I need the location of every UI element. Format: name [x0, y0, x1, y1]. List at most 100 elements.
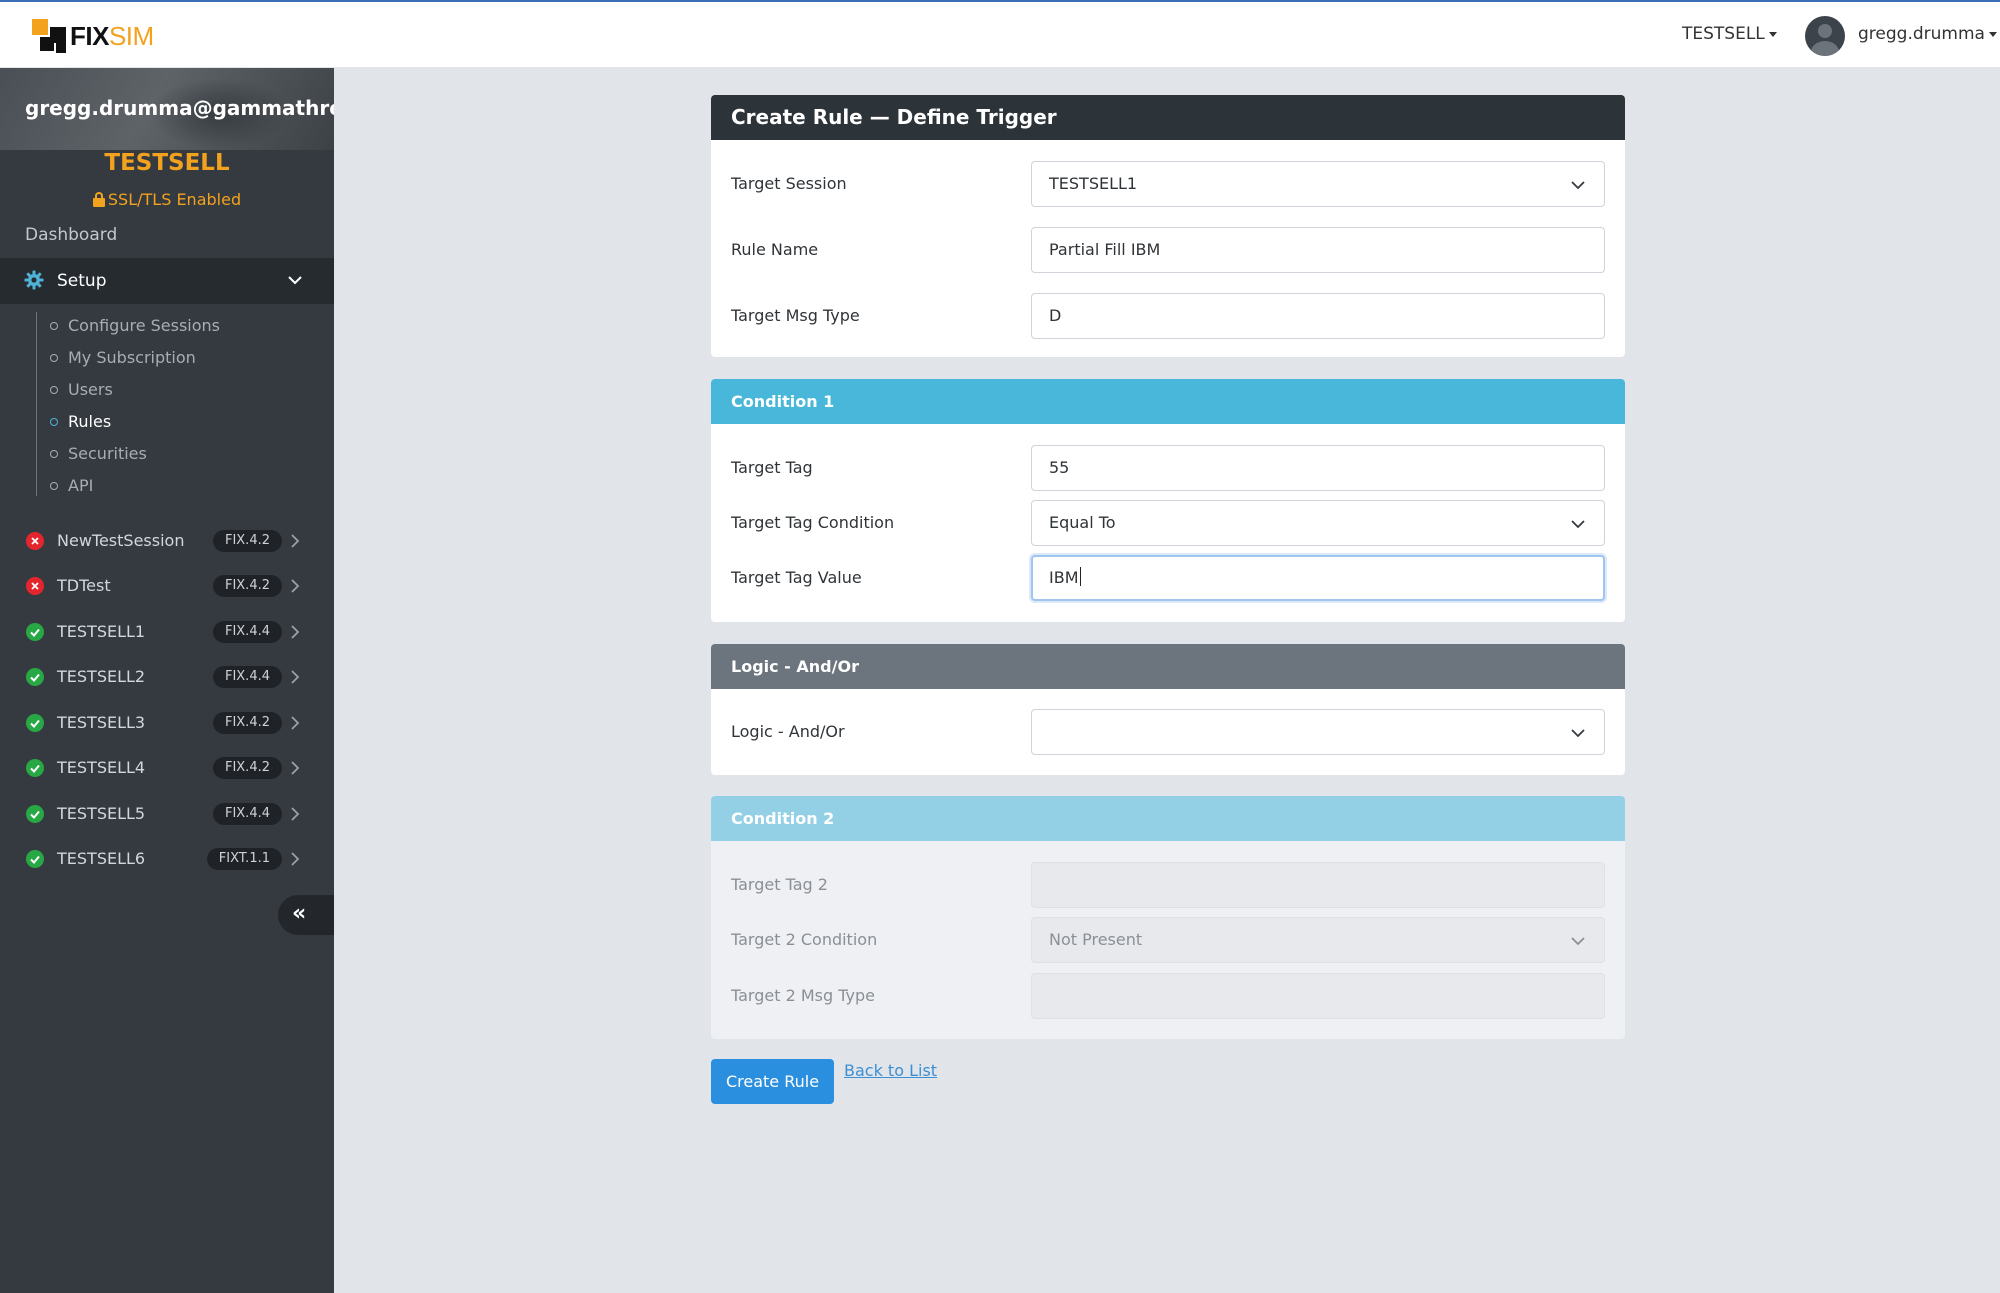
- fix-version-badge: FIXT.1.1: [206, 848, 282, 870]
- sidebar-item-dashboard[interactable]: Dashboard: [25, 225, 117, 245]
- chevron-right-icon: [291, 761, 300, 775]
- session-item-testsell1[interactable]: TESTSELL1 FIX.4.4: [0, 611, 334, 651]
- chevron-down-icon: [1571, 729, 1585, 738]
- text-cursor: [1079, 567, 1081, 586]
- target-tag-condition-select[interactable]: Equal To: [1031, 500, 1605, 546]
- error-status-icon: [26, 532, 44, 550]
- target-2-condition-select[interactable]: Not Present: [1031, 917, 1605, 963]
- rule-name-input[interactable]: Partial Fill IBM: [1031, 227, 1605, 273]
- check-status-icon: [26, 850, 44, 868]
- card-title: Create Rule — Define Trigger: [711, 95, 1625, 140]
- session-item-testsell6[interactable]: TESTSELL6 FIXT.1.1: [0, 838, 334, 878]
- sidebar-subitem-label: My Subscription: [68, 348, 196, 367]
- chevron-right-icon: [291, 807, 300, 821]
- sidebar-item-setup[interactable]: Setup: [0, 258, 334, 304]
- chevron-right-icon: [291, 579, 300, 593]
- environment-dropdown[interactable]: TESTSELL: [1682, 24, 1777, 44]
- target-tag-2-input[interactable]: [1031, 862, 1605, 908]
- fix-version-badge: FIX.4.2: [212, 712, 282, 734]
- user-avatar[interactable]: [1805, 16, 1845, 56]
- target-msg-type-value: D: [1049, 306, 1062, 325]
- session-item-testsell5[interactable]: TESTSELL5 FIX.4.4: [0, 793, 334, 833]
- session-name: TDTest: [57, 576, 111, 595]
- sidebar-item-my-subscription[interactable]: My Subscription: [50, 348, 196, 367]
- target-tag-value-input[interactable]: IBM: [1031, 555, 1605, 601]
- sidebar-item-rules[interactable]: Rules: [50, 412, 111, 431]
- check-status-icon: [26, 668, 44, 686]
- user-menu-dropdown[interactable]: gregg.drumma: [1858, 24, 1997, 44]
- sidebar-subitem-label: Securities: [68, 444, 147, 463]
- field-label: Rule Name: [731, 240, 819, 259]
- session-name: TESTSELL3: [57, 713, 146, 732]
- fixsim-logo[interactable]: FIXSIM: [30, 16, 154, 56]
- ssl-status: SSL/TLS Enabled: [0, 190, 334, 209]
- check-status-icon: [26, 714, 44, 732]
- session-name: TESTSELL5: [57, 804, 146, 823]
- chevron-right-icon: [291, 716, 300, 730]
- define-trigger-card: Create Rule — Define Trigger Target Sess…: [711, 95, 1625, 357]
- target-tag-input[interactable]: 55: [1031, 445, 1605, 491]
- sidebar-subitem-label: API: [68, 476, 94, 495]
- gear-icon: [24, 270, 44, 290]
- target-tag-value: 55: [1049, 458, 1070, 477]
- sidebar-item-api[interactable]: API: [50, 476, 93, 495]
- field-label: Target Tag 2: [731, 875, 828, 894]
- target-tag-row: Target Tag 55: [711, 445, 1625, 491]
- field-label: Target Tag Condition: [731, 513, 895, 532]
- error-status-icon: [26, 577, 44, 595]
- target-2-condition-row: Target 2 Condition Not Present: [711, 917, 1625, 963]
- sidebar-subitem-label: Configure Sessions: [68, 316, 221, 335]
- field-label: Target 2 Condition: [731, 930, 878, 949]
- circle-icon: [50, 418, 58, 426]
- sidebar-item-setup-label: Setup: [57, 271, 107, 291]
- field-label: Target Tag Value: [731, 568, 862, 587]
- target-session-select[interactable]: TESTSELL1: [1031, 161, 1605, 207]
- chevron-down-icon: [1571, 520, 1585, 529]
- card-title: Condition 2: [711, 796, 1625, 841]
- target-session-value: TESTSELL1: [1049, 174, 1138, 193]
- top-navbar: FIXSIM TESTSELL gregg.drumma: [0, 0, 2000, 68]
- check-status-icon: [26, 623, 44, 641]
- session-item-tdtest[interactable]: TDTest FIX.4.2: [0, 565, 334, 605]
- circle-icon: [50, 482, 58, 490]
- fix-version-badge: FIX.4.2: [212, 575, 282, 597]
- chevron-down-icon: [1571, 937, 1585, 946]
- logo-mark-icon: [30, 17, 68, 55]
- field-label: Target Msg Type: [731, 306, 860, 325]
- field-label: Target 2 Msg Type: [731, 986, 875, 1005]
- sidebar-item-securities[interactable]: Securities: [50, 444, 147, 463]
- back-to-list-link[interactable]: Back to List: [844, 1061, 937, 1080]
- logic-row: Logic - And/Or: [711, 709, 1625, 755]
- condition-1-card: Condition 1 Target Tag 55 Target Tag Con…: [711, 379, 1625, 622]
- target-tag-2-row: Target Tag 2: [711, 862, 1625, 908]
- card-title: Condition 1: [711, 379, 1625, 424]
- chevron-right-icon: [291, 625, 300, 639]
- sidebar-item-users[interactable]: Users: [50, 380, 113, 399]
- chevron-right-icon: [291, 534, 300, 548]
- circle-icon: [50, 450, 58, 458]
- condition-2-card: Condition 2 Target Tag 2 Target 2 Condit…: [711, 796, 1625, 1039]
- session-item-testsell4[interactable]: TESTSELL4 FIX.4.2: [0, 747, 334, 787]
- submenu-tree-line: [36, 312, 37, 496]
- sidebar-subitem-label: Users: [68, 380, 113, 399]
- session-item-testsell2[interactable]: TESTSELL2 FIX.4.4: [0, 656, 334, 696]
- rule-name-value: Partial Fill IBM: [1049, 240, 1161, 259]
- target-2-msg-type-input[interactable]: [1031, 973, 1605, 1019]
- caret-down-icon: [1768, 31, 1777, 37]
- sidebar-item-configure-sessions[interactable]: Configure Sessions: [50, 316, 220, 335]
- logic-and-or-select[interactable]: [1031, 709, 1605, 755]
- sidebar-environment-name: TESTSELL: [104, 150, 230, 176]
- session-item-newtestsession[interactable]: NewTestSession FIX.4.2: [0, 520, 334, 560]
- sidebar-collapse-button[interactable]: «: [278, 895, 334, 935]
- target-tag-value-text: IBM: [1049, 568, 1079, 587]
- target-tag-condition-value: Equal To: [1049, 513, 1116, 532]
- check-status-icon: [26, 759, 44, 777]
- field-label: Target Tag: [731, 458, 813, 477]
- target-msg-type-input[interactable]: D: [1031, 293, 1605, 339]
- session-item-testsell3[interactable]: TESTSELL3 FIX.4.2: [0, 702, 334, 742]
- username-label: gregg.drumma: [1858, 24, 1985, 44]
- session-name: TESTSELL2: [57, 667, 146, 686]
- fix-version-badge: FIX.4.2: [212, 530, 282, 552]
- create-rule-button[interactable]: Create Rule: [711, 1059, 834, 1104]
- circle-icon: [50, 322, 58, 330]
